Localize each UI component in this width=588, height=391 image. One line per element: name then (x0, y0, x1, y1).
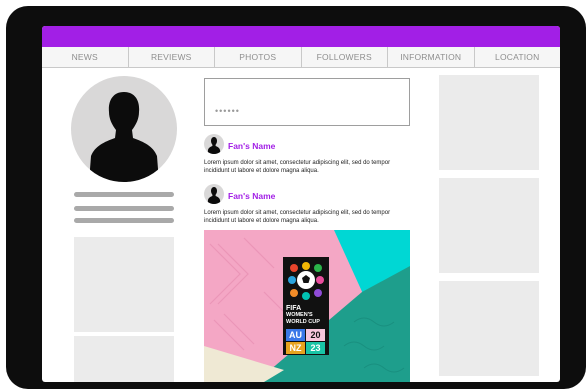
user-silhouette-icon (207, 137, 221, 154)
profile-info-line (74, 206, 174, 211)
tablet-frame: NEWS REVIEWS PHOTOS FOLLOWERS INFORMATIO… (6, 6, 586, 389)
nav-tab-followers[interactable]: FOLLOWERS (302, 47, 388, 67)
profile-info-line (74, 218, 174, 223)
left-placeholder-panel (74, 336, 174, 382)
nav-bar: NEWS REVIEWS PHOTOS FOLLOWERS INFORMATIO… (42, 47, 560, 68)
nav-tab-photos[interactable]: PHOTOS (215, 47, 302, 67)
post-text: Lorem ipsum dolor sit amet, consectetur … (204, 210, 391, 224)
right-placeholder-panel (439, 178, 539, 273)
user-silhouette-icon (207, 187, 221, 204)
post-author-avatar[interactable] (204, 184, 224, 204)
app-screen: NEWS REVIEWS PHOTOS FOLLOWERS INFORMATIO… (42, 26, 560, 382)
nav-tab-location[interactable]: LOCATION (475, 47, 561, 67)
composer-placeholder: •••••• (215, 106, 240, 116)
logo-line-womens: WOMEN'S (286, 312, 313, 318)
nav-tab-information[interactable]: INFORMATION (388, 47, 475, 67)
logo-country-nz: NZ (286, 342, 305, 354)
top-bar (42, 26, 560, 47)
logo-year-bottom: 23 (306, 342, 325, 354)
post-image[interactable]: FIFA WOMEN'S WORLD CUP AU 20 NZ 23 (204, 230, 410, 382)
nav-tab-reviews[interactable]: REVIEWS (129, 47, 215, 67)
post-author-avatar[interactable] (204, 134, 224, 154)
logo-country-au: AU (286, 329, 305, 341)
post-text: Lorem ipsum dolor sit amet, consectetur … (204, 160, 391, 174)
profile-info-line (74, 192, 174, 197)
logo-year-top: 20 (306, 329, 325, 341)
profile-avatar[interactable] (71, 76, 177, 182)
right-placeholder-panel (439, 281, 539, 376)
post-author-name[interactable]: Fan's Name (228, 141, 275, 151)
left-placeholder-panel (74, 237, 174, 332)
logo-line-fifa: FIFA (286, 305, 302, 312)
world-cup-logo: FIFA WOMEN'S WORLD CUP AU 20 NZ 23 (283, 257, 329, 355)
right-placeholder-panel (439, 75, 539, 170)
football-icon (288, 262, 324, 300)
nav-tab-news[interactable]: NEWS (42, 47, 129, 67)
user-silhouette-icon (89, 92, 159, 182)
post-composer-input[interactable]: •••••• (204, 78, 410, 126)
logo-line-world-cup: WORLD CUP (286, 319, 320, 325)
post-author-name[interactable]: Fan's Name (228, 191, 275, 201)
